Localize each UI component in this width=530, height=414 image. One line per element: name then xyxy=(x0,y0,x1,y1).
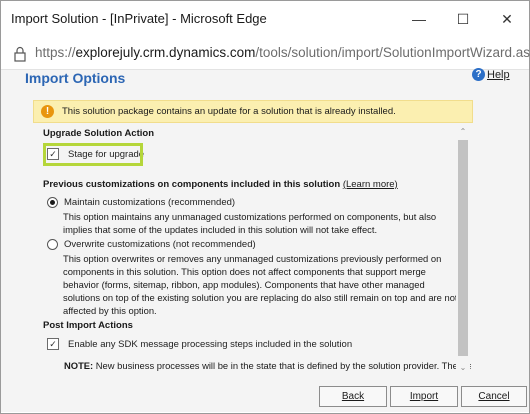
page-title: Import Options xyxy=(25,70,126,86)
back-label: Back xyxy=(341,391,365,402)
lock-icon xyxy=(14,46,26,62)
warning-banner: ! This solution package contains an upda… xyxy=(33,100,473,123)
url-host: explorejuly.crm.dynamics.com xyxy=(75,45,256,60)
checkbox-icon: ✓ xyxy=(47,338,59,350)
previous-customizations-heading: Previous customizations on components in… xyxy=(43,179,398,190)
radio-unselected-icon xyxy=(47,239,58,250)
scroll-up-icon[interactable]: ⌃ xyxy=(456,124,470,138)
warning-icon: ! xyxy=(41,105,54,118)
back-button[interactable]: Back xyxy=(319,386,387,407)
dialog-content: Import Options ? Help ! This solution pa… xyxy=(1,68,529,412)
note-body: New business processes will be in the st… xyxy=(93,360,471,371)
minimize-button[interactable]: — xyxy=(397,1,441,37)
vertical-scrollbar[interactable]: ⌃ ⌄ xyxy=(456,124,470,374)
window-title: Import Solution - [InPrivate] - Microsof… xyxy=(11,11,267,26)
previous-heading-text: Previous customizations on components in… xyxy=(43,179,341,190)
close-button[interactable]: ✕ xyxy=(485,1,529,37)
help-label: Help xyxy=(487,68,510,81)
maintain-customizations-radio[interactable]: Maintain customizations (recommended) xyxy=(47,197,235,208)
maximize-button[interactable]: ☐ xyxy=(441,1,485,37)
maintain-description: This option maintains any unmanaged cust… xyxy=(63,211,437,235)
overwrite-label: Overwrite customizations (not recommende… xyxy=(64,239,256,250)
highlight-box xyxy=(43,143,143,166)
url-text[interactable]: https://explorejuly.crm.dynamics.com/too… xyxy=(35,45,530,60)
cancel-label: Cancel xyxy=(478,391,510,402)
overwrite-customizations-radio[interactable]: Overwrite customizations (not recommende… xyxy=(47,239,256,250)
import-button[interactable]: Import xyxy=(390,386,458,407)
maintain-label: Maintain customizations (recommended) xyxy=(64,197,236,208)
help-icon: ? xyxy=(472,68,485,81)
radio-selected-icon xyxy=(47,197,58,208)
enable-sdk-steps-label: Enable any SDK message processing steps … xyxy=(68,338,353,350)
url-scheme: https:// xyxy=(35,45,76,60)
upgrade-heading: Upgrade Solution Action xyxy=(43,128,155,139)
note-label: NOTE: xyxy=(64,360,94,371)
warning-text: This solution package contains an update… xyxy=(62,106,396,117)
scroll-down-icon[interactable]: ⌄ xyxy=(456,360,470,374)
url-path: /tools/solution/import/SolutionImportWiz… xyxy=(255,45,530,60)
import-label: Import xyxy=(409,391,439,402)
note-text: NOTE: New business processes will be in … xyxy=(64,360,471,371)
help-link[interactable]: ? Help xyxy=(472,68,510,81)
overwrite-description: This option overwrites or removes any un… xyxy=(63,253,458,316)
scroll-thumb[interactable] xyxy=(458,140,468,356)
cancel-button[interactable]: Cancel xyxy=(461,386,527,407)
title-bar: Import Solution - [InPrivate] - Microsof… xyxy=(1,1,529,37)
learn-more-link[interactable]: (Learn more) xyxy=(343,179,398,190)
post-import-heading: Post Import Actions xyxy=(43,320,133,331)
address-bar[interactable]: https://explorejuly.crm.dynamics.com/too… xyxy=(1,37,530,70)
enable-sdk-steps-checkbox[interactable]: ✓ Enable any SDK message processing step… xyxy=(47,338,352,350)
